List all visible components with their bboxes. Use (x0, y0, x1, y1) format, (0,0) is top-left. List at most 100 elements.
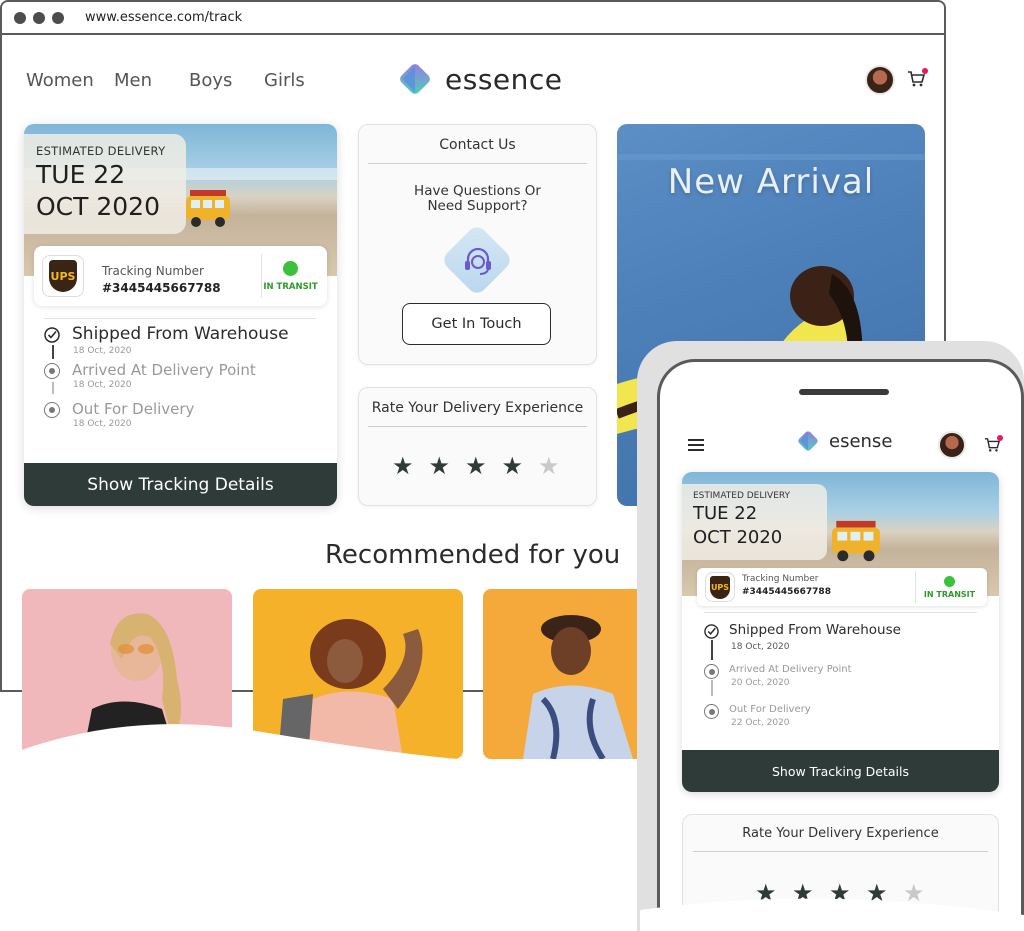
show-tracking-details-button[interactable]: Show Tracking Details (24, 463, 337, 506)
step-date: 18 Oct, 2020 (731, 642, 790, 652)
cart-badge (922, 68, 928, 74)
browser-toolbar: www.essence.com/track (2, 2, 944, 35)
status-text: IN TRANSIT (923, 589, 976, 599)
eta-date-line2: OCT 2020 (36, 192, 160, 221)
step-arrived: Arrived At Delivery Point (704, 662, 852, 679)
mobile-brand-name: esense (829, 430, 893, 452)
tracking-number-label: Tracking Number (102, 264, 204, 278)
eta-date-line1: TUE 22 (36, 160, 126, 189)
tracking-number[interactable]: #3445445667788 (102, 281, 221, 295)
nav-link-men[interactable]: Men (114, 70, 152, 91)
timeline-line (52, 382, 54, 394)
star-icon-3[interactable]: ★ (465, 454, 487, 478)
eta-date-line2: OCT 2020 (693, 527, 783, 548)
ups-logo-text: UPS (710, 575, 730, 599)
decorative-wave (640, 898, 1024, 931)
step-title: Arrived At Delivery Point (72, 361, 256, 379)
timeline-line (711, 640, 713, 660)
contact-title: Contact Us (439, 137, 516, 153)
step-shipped: Shipped From Warehouse (44, 324, 289, 344)
rating-card: Rate Your Delivery Experience ★ ★ ★ ★ ★ (358, 387, 597, 506)
step-out-for-delivery: Out For Delivery (44, 400, 194, 418)
status-badge: IN TRANSIT (915, 571, 983, 603)
address-bar[interactable]: www.essence.com/track (85, 10, 242, 25)
nav-link-girls[interactable]: Girls (264, 70, 305, 91)
van-illustration (186, 190, 230, 227)
nav-link-women[interactable]: Women (26, 70, 94, 91)
ups-logo: UPS (42, 255, 84, 297)
window-close-dot[interactable] (14, 11, 26, 24)
support-question-line2: Need Support? (427, 198, 528, 214)
status-text: IN TRANSIT (263, 281, 318, 292)
step-date: 18 Oct, 2020 (73, 380, 132, 390)
window-maximize-dot[interactable] (52, 11, 64, 24)
step-title: Out For Delivery (72, 400, 195, 418)
eta-label: ESTIMATED DELIVERY (36, 144, 166, 158)
timeline-line (711, 680, 713, 696)
step-title: Arrived At Delivery Point (729, 664, 852, 675)
status-badge: IN TRANSIT (261, 254, 319, 298)
ups-logo-text: UPS (49, 260, 77, 292)
mobile-tracking-card: ESTIMATED DELIVERY TUE 22 OCT 2020 UPS T… (682, 472, 999, 792)
divider (704, 612, 977, 613)
tracking-number-label: Tracking Number (742, 574, 819, 584)
check-circle-icon (44, 327, 60, 343)
ups-logo: UPS (705, 572, 735, 602)
radio-circle-icon (704, 664, 719, 679)
step-date: 22 Oct, 2020 (731, 718, 790, 728)
radio-circle-icon (44, 402, 60, 418)
tracking-card: ESTIMATED DELIVERY TUE 22 OCT 2020 UPS T… (24, 124, 337, 506)
timeline-line (52, 345, 54, 359)
card-divider (693, 851, 988, 852)
contact-card: Contact Us Have Questions Or Need Suppor… (358, 124, 597, 365)
user-avatar[interactable] (938, 431, 966, 459)
mobile-brand-logo[interactable]: esense (795, 428, 892, 454)
card-divider (368, 426, 587, 427)
user-avatar[interactable] (865, 65, 895, 95)
step-title: Shipped From Warehouse (72, 324, 289, 344)
estimated-delivery-box: ESTIMATED DELIVERY TUE 22 OCT 2020 (24, 134, 186, 234)
cart-button[interactable] (907, 68, 928, 92)
recommended-title: Recommended for you (325, 540, 621, 570)
radio-circle-icon (44, 363, 60, 379)
card-divider (368, 163, 587, 164)
eta-date-line1: TUE 22 (693, 503, 758, 524)
headset-icon (465, 247, 491, 275)
star-icon-2[interactable]: ★ (429, 454, 451, 478)
brand-logo[interactable]: essence (395, 59, 563, 99)
menu-icon[interactable] (688, 439, 704, 454)
tracking-info-bar: UPS Tracking Number #3445445667788 IN TR… (34, 246, 327, 306)
status-dot-icon (944, 575, 955, 587)
window-minimize-dot[interactable] (33, 11, 45, 24)
step-out-for-delivery: Out For Delivery (704, 702, 811, 719)
eta-label: ESTIMATED DELIVERY (693, 491, 791, 501)
check-circle-icon (704, 624, 719, 639)
star-icon-1[interactable]: ★ (392, 454, 414, 478)
nav-link-boys[interactable]: Boys (189, 70, 232, 91)
step-date: 18 Oct, 2020 (73, 346, 132, 356)
tracking-number[interactable]: #3445445667788 (742, 587, 831, 597)
brand-name: essence (445, 62, 563, 96)
step-shipped: Shipped From Warehouse (704, 622, 901, 639)
support-question-line1: Have Questions Or (414, 183, 541, 199)
van-illustration (831, 520, 880, 562)
logo-icon (400, 64, 430, 94)
step-date: 18 Oct, 2020 (73, 419, 132, 429)
step-title: Shipped From Warehouse (729, 622, 901, 638)
divider (44, 318, 316, 319)
step-title: Out For Delivery (729, 704, 811, 715)
step-date: 20 Oct, 2020 (731, 678, 790, 688)
estimated-delivery-box: ESTIMATED DELIVERY TUE 22 OCT 2020 (682, 484, 827, 560)
logo-icon (798, 431, 818, 451)
radio-circle-icon (704, 704, 719, 719)
tracking-info-bar: UPS Tracking Number #3445445667788 IN TR… (697, 568, 987, 606)
show-tracking-details-button[interactable]: Show Tracking Details (682, 750, 999, 792)
star-icon-5[interactable]: ★ (538, 454, 560, 478)
rating-title: Rate Your Delivery Experience (371, 400, 584, 416)
get-in-touch-button[interactable]: Get In Touch (402, 303, 551, 345)
cart-button[interactable] (984, 435, 1003, 457)
step-arrived: Arrived At Delivery Point (44, 361, 256, 379)
cart-badge (997, 435, 1003, 441)
star-icon-4[interactable]: ★ (502, 454, 524, 478)
phone-speaker (799, 389, 889, 395)
